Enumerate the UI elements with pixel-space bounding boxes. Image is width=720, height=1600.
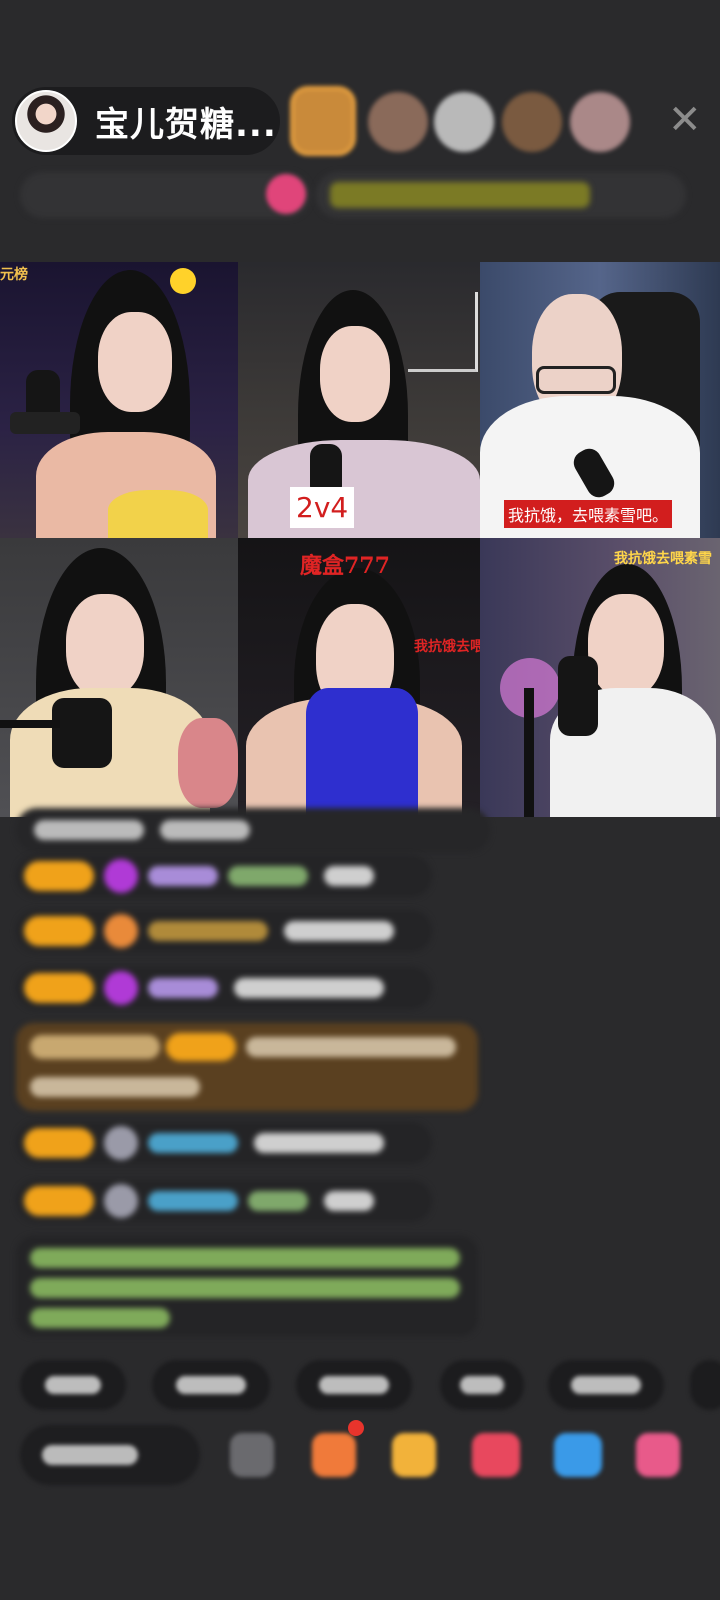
message-text: [284, 921, 394, 941]
emoji-icon[interactable]: [230, 1433, 274, 1477]
chat-message[interactable]: [16, 910, 432, 952]
user-avatar: [104, 1126, 138, 1160]
more-icon[interactable]: [636, 1433, 680, 1477]
message-text: [34, 820, 144, 840]
treasure-icon[interactable]: [392, 1433, 436, 1477]
chat-message[interactable]: [16, 1180, 432, 1222]
video-grid: 元榜 2v4 我抗饿，去喂素雪吧。 魔盒777 我抗饿去喂 我抗饿去喂素雪: [0, 262, 720, 817]
user-avatar: [104, 1184, 138, 1218]
quick-reply-chip[interactable]: [548, 1360, 664, 1410]
ceiling-light: [408, 292, 478, 372]
quick-reply-chip[interactable]: [152, 1360, 270, 1410]
video-cell[interactable]: [0, 538, 238, 817]
video-cell[interactable]: 魔盒777 我抗饿去喂: [238, 538, 480, 817]
fan-icon: [104, 914, 138, 948]
quick-reply-chip[interactable]: [20, 1360, 126, 1410]
mic-stand: [0, 720, 60, 728]
video-cell[interactable]: 2v4: [238, 262, 480, 538]
message-text: [234, 978, 384, 998]
username: [148, 978, 218, 998]
video-cell[interactable]: 我抗饿去喂素雪: [480, 538, 720, 817]
rank-label: 元榜: [0, 267, 28, 283]
glasses: [536, 366, 616, 394]
quick-reply-chip[interactable]: [690, 1360, 720, 1410]
streamer-face: [588, 594, 664, 698]
username: [228, 866, 308, 886]
pink-cushion: [178, 718, 238, 808]
top-viewer-avatar[interactable]: [290, 86, 356, 156]
quick-reply-chip[interactable]: [440, 1360, 524, 1410]
notice-label: 我抗饿去喂: [414, 639, 480, 655]
chat-message[interactable]: [16, 967, 432, 1009]
notice-message[interactable]: [16, 1236, 478, 1336]
message-text: [324, 1191, 374, 1211]
notice-label: 我抗饿去喂素雪: [614, 551, 712, 567]
heart-icon[interactable]: [472, 1433, 520, 1477]
yellow-top: [108, 490, 208, 538]
system-message[interactable]: [16, 1023, 478, 1111]
diamond-icon: [104, 859, 138, 893]
notification-dot: [348, 1420, 364, 1436]
diamond-icon: [104, 971, 138, 1005]
video-cell[interactable]: 我抗饿，去喂素雪吧。: [480, 262, 720, 538]
quick-reply-chip[interactable]: [296, 1360, 412, 1410]
level-badge: [24, 973, 94, 1003]
score-label: 2v4: [290, 487, 355, 528]
flower-icon: [170, 268, 196, 294]
username: [248, 1191, 308, 1211]
microphone: [52, 698, 112, 768]
streamer-face: [98, 312, 172, 412]
rank-badge: [330, 182, 590, 208]
mic-stand: [10, 412, 80, 434]
close-icon[interactable]: ✕: [668, 100, 702, 140]
blue-top: [306, 688, 418, 817]
message-text: [324, 866, 374, 886]
username: [148, 1133, 238, 1153]
gift-icon[interactable]: [312, 1433, 356, 1477]
host-avatar[interactable]: [15, 90, 77, 152]
streamer-face: [66, 594, 144, 698]
username: [148, 1191, 238, 1211]
viewer-avatar[interactable]: [434, 92, 494, 152]
message-text: [160, 820, 250, 840]
viewer-avatar[interactable]: [570, 92, 630, 152]
microphone: [558, 656, 598, 736]
host-info[interactable]: 宝儿贺糖...: [12, 87, 280, 155]
video-cell[interactable]: 元榜: [0, 262, 238, 538]
username: [148, 921, 268, 941]
streamer-face: [320, 326, 390, 422]
chat-message[interactable]: [16, 855, 432, 897]
chat-message[interactable]: [16, 808, 490, 852]
viewer-avatar[interactable]: [368, 92, 428, 152]
chat-message[interactable]: [16, 1122, 432, 1164]
chat-input[interactable]: [20, 1425, 200, 1485]
level-badge: [24, 861, 94, 891]
level-badge: [24, 1186, 94, 1216]
username: [148, 866, 218, 886]
streamer-body: [248, 440, 480, 538]
rank-label: 魔盒777: [300, 553, 390, 579]
notice-label: 我抗饿，去喂素雪吧。: [504, 500, 673, 528]
gift-icon[interactable]: [266, 174, 306, 214]
message-text: [254, 1133, 384, 1153]
level-badge: [24, 1128, 94, 1158]
game-icon[interactable]: [554, 1433, 602, 1477]
mic-stand: [524, 688, 534, 817]
level-badge: [24, 916, 94, 946]
host-name[interactable]: 宝儿贺糖...: [95, 97, 277, 146]
viewer-avatar[interactable]: [502, 92, 562, 152]
